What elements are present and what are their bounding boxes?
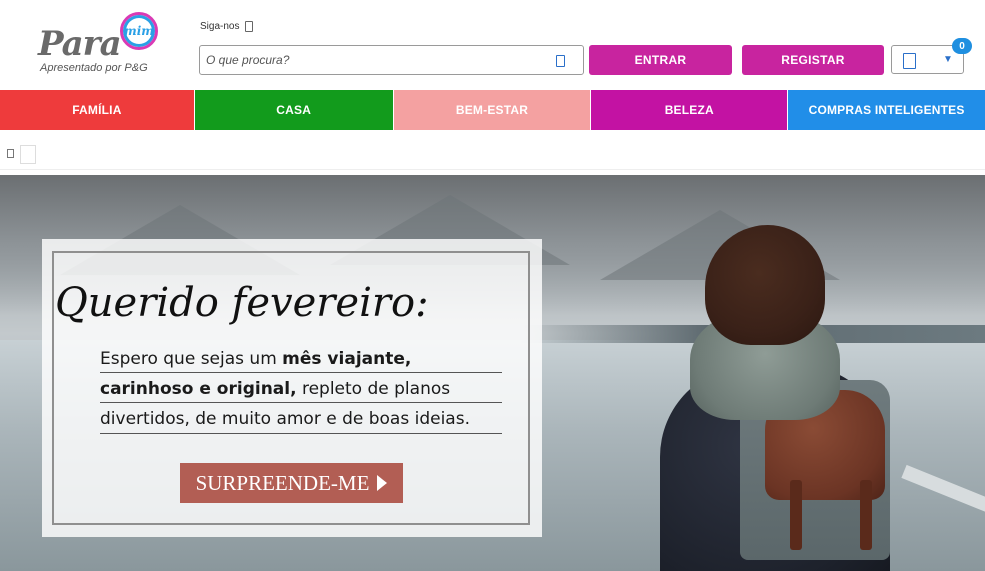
- sub-bar: [0, 139, 985, 170]
- search-icon[interactable]: [556, 55, 565, 67]
- register-button[interactable]: REGISTAR: [742, 45, 884, 75]
- hero-line-1-regular: Espero que sejas um: [100, 349, 283, 369]
- hero-line-1-bold: mês viajante,: [282, 349, 412, 369]
- logo-word: Para: [38, 24, 122, 64]
- search-box: [199, 45, 584, 75]
- site-logo[interactable]: Para mim Apresentado por P&G: [34, 12, 164, 78]
- hero-banner[interactable]: Querido fevereiro: Espero que sejas um m…: [0, 175, 985, 571]
- hero-line-3: divertidos, de muito amor e de boas idei…: [100, 409, 470, 429]
- nav-item-casa[interactable]: CASA: [194, 90, 393, 130]
- search-input[interactable]: [200, 46, 540, 74]
- play-arrow-icon: [377, 475, 388, 491]
- hero-title: Querido fevereiro:: [55, 280, 429, 326]
- site-header: Para mim Apresentado por P&G Siga-nos EN…: [0, 0, 985, 90]
- hero-line-2-bold: carinhoso e original,: [100, 379, 297, 399]
- follow-label: Siga-nos: [200, 21, 240, 32]
- login-button[interactable]: ENTRAR: [589, 45, 732, 75]
- logo-bubble-text: mim: [124, 24, 154, 38]
- category-nav: FAMÍLIA CASA BEM-ESTAR BELEZA COMPRAS IN…: [0, 90, 985, 130]
- follow-us: Siga-nos: [200, 21, 254, 32]
- surprise-me-button[interactable]: SURPREENDE-ME: [180, 463, 403, 503]
- divider: [100, 433, 502, 434]
- hero-line-2: carinhoso e original, repleto de planos: [100, 379, 450, 399]
- nav-item-beleza[interactable]: BELEZA: [591, 90, 788, 130]
- social-icon[interactable]: [245, 21, 254, 32]
- logo-tagline: Apresentado por P&G: [40, 62, 148, 74]
- divider: [100, 402, 502, 403]
- nav-item-compras-inteligentes[interactable]: COMPRAS INTELIGENTES: [788, 90, 985, 130]
- cart-count-badge: 0: [952, 38, 972, 54]
- home-icon[interactable]: [7, 149, 14, 158]
- divider: [100, 372, 502, 373]
- chevron-down-icon: ▼: [943, 54, 953, 65]
- person-hair: [705, 225, 825, 345]
- backpack-strap: [790, 480, 802, 550]
- hero-line-1: Espero que sejas um mês viajante,: [100, 349, 411, 369]
- hero-line-2-regular: repleto de planos: [296, 379, 451, 399]
- nav-item-familia[interactable]: FAMÍLIA: [0, 90, 194, 130]
- cart-icon: [903, 53, 916, 69]
- logo-bubble-icon: mim: [120, 12, 158, 50]
- backpack-strap: [860, 480, 872, 550]
- placeholder-box: [20, 145, 36, 164]
- nav-item-bem-estar[interactable]: BEM-ESTAR: [393, 90, 591, 130]
- surprise-me-label: SURPREENDE-ME: [195, 470, 370, 495]
